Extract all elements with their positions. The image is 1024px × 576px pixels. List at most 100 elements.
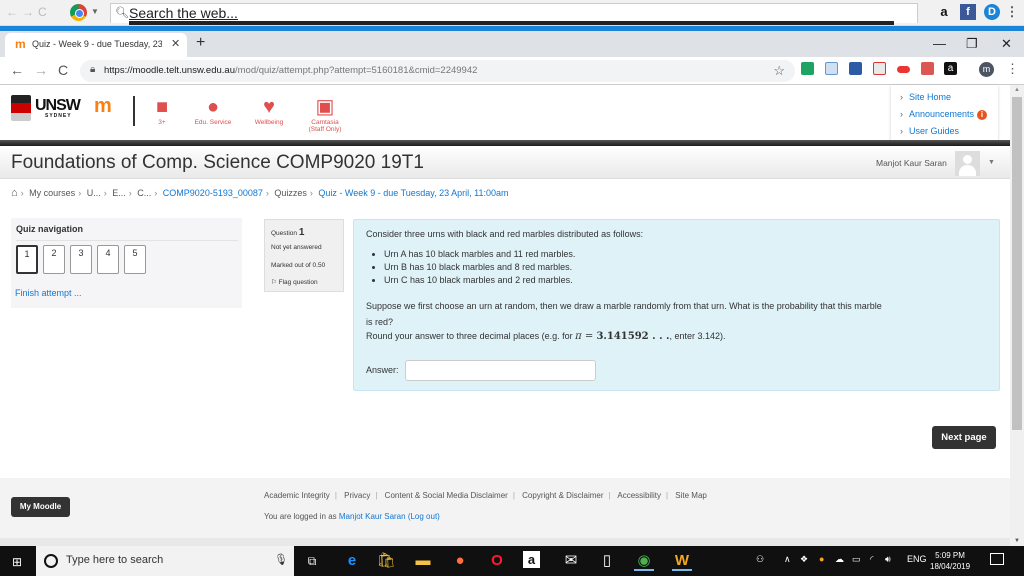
page-scrollbar[interactable]: ▲ ▼ bbox=[1010, 85, 1024, 546]
profile-link[interactable]: Manjot Kaur Saran bbox=[339, 512, 406, 521]
breadcrumb-item[interactable]: COMP9020-5193_00087 bbox=[163, 188, 263, 198]
scroll-down-icon[interactable]: ▼ bbox=[1014, 538, 1020, 544]
onedrive-icon[interactable]: ☁ bbox=[835, 554, 844, 565]
footer-link[interactable]: Site Map bbox=[675, 491, 707, 500]
login-info-text: You are logged in as bbox=[264, 512, 339, 521]
more-vert-icon[interactable]: ⋮ bbox=[1004, 4, 1020, 20]
header-link-3plus[interactable]: ■ 3+ bbox=[137, 95, 187, 126]
tray-warning-icon[interactable]: ● bbox=[819, 554, 824, 564]
amazon-icon[interactable]: a bbox=[936, 4, 952, 20]
back-icon[interactable]: ← bbox=[10, 62, 24, 78]
scrollbar-thumb[interactable] bbox=[1012, 97, 1022, 430]
dropbox-icon[interactable]: ❖ bbox=[800, 554, 808, 565]
forward-icon[interactable]: → bbox=[34, 62, 48, 78]
restore-icon[interactable]: ❐ bbox=[966, 36, 978, 52]
next-page-button[interactable]: Next page bbox=[932, 426, 996, 449]
menu-item-user-guides[interactable]: › User Guides bbox=[900, 126, 959, 136]
battery-icon[interactable]: ▭ bbox=[852, 554, 861, 565]
header-link-camtasia[interactable]: ▣ Camtasia (Staff Only) bbox=[300, 95, 350, 133]
close-window-icon[interactable]: ✕ bbox=[1001, 36, 1012, 52]
menu-item-site-home[interactable]: › Site Home bbox=[900, 92, 951, 102]
flag-question-button[interactable]: ⚐ Flag question bbox=[271, 278, 318, 286]
cloud-extension-icon[interactable] bbox=[897, 66, 910, 73]
header-link-label: Camtasia (Staff Only) bbox=[308, 119, 342, 133]
answer-input[interactable] bbox=[405, 360, 596, 381]
quiz-navigation-title: Quiz navigation bbox=[16, 224, 84, 234]
chrome-taskbar-icon[interactable]: ◉ bbox=[634, 551, 654, 571]
header-link-wellbeing[interactable]: ♥ Wellbeing bbox=[244, 95, 294, 126]
people-icon[interactable]: ⚇ bbox=[756, 554, 764, 565]
winzip-icon[interactable]: W bbox=[672, 551, 692, 571]
user-menu-name[interactable]: Manjot Kaur Saran bbox=[876, 158, 947, 168]
quiz-nav-question-button[interactable]: 5 bbox=[124, 245, 146, 274]
breadcrumb-item[interactable]: U... bbox=[87, 188, 101, 198]
home-icon[interactable]: ⌂ bbox=[11, 187, 18, 199]
quiz-nav-question-button[interactable]: 1 bbox=[16, 245, 38, 274]
task-view-icon[interactable]: ⧉ bbox=[302, 551, 322, 571]
extension-blue-icon[interactable] bbox=[825, 62, 838, 75]
extension-green-icon[interactable] bbox=[801, 62, 814, 75]
show-hidden-icons[interactable]: ∧ bbox=[784, 554, 791, 565]
footer-link[interactable]: Privacy bbox=[344, 491, 370, 500]
breadcrumb-item[interactable]: Quiz - Week 9 - due Tuesday, 23 April, 1… bbox=[318, 188, 508, 198]
quiz-nav-question-button[interactable]: 2 bbox=[43, 245, 65, 274]
breadcrumb-item[interactable]: My courses bbox=[29, 188, 75, 198]
new-tab-icon[interactable]: + bbox=[196, 34, 205, 52]
footer-link[interactable]: Content & Social Media Disclaimer bbox=[385, 491, 508, 500]
scroll-up-icon[interactable]: ▲ bbox=[1014, 87, 1020, 93]
store-icon[interactable]: 🛍︎ bbox=[376, 551, 396, 571]
document-icon[interactable]: ▯ bbox=[597, 551, 617, 571]
amazon-app-icon[interactable]: a bbox=[523, 551, 540, 568]
caret-down-icon[interactable]: ▼ bbox=[988, 159, 995, 166]
user-avatar[interactable] bbox=[955, 151, 980, 176]
volume-icon[interactable]: 🔊︎ bbox=[885, 554, 891, 565]
bookmark-star-icon[interactable]: ☆ bbox=[773, 63, 785, 79]
equals-sign: = bbox=[581, 331, 597, 342]
facebook-icon[interactable]: f bbox=[960, 4, 976, 20]
reload-icon[interactable]: C bbox=[58, 62, 68, 78]
browser-tab[interactable]: m Quiz - Week 9 - due Tuesday, 23 ✕ bbox=[5, 33, 187, 57]
toolbar-nav-icons[interactable]: ←→C bbox=[6, 5, 51, 19]
minimize-icon[interactable]: — bbox=[933, 36, 946, 51]
footer-link[interactable]: Copyright & Disclaimer bbox=[522, 491, 603, 500]
footer-link[interactable]: Accessibility bbox=[617, 491, 661, 500]
logout-link[interactable]: (Log out) bbox=[408, 512, 440, 521]
quiz-nav-question-button[interactable]: 3 bbox=[70, 245, 92, 274]
moodle-logo-icon[interactable]: m bbox=[94, 95, 112, 118]
windows-start-icon[interactable]: ⊞ bbox=[12, 555, 22, 569]
question-marks: Marked out of 0.50 bbox=[271, 262, 326, 269]
menu-item-announcements[interactable]: › Announcements i bbox=[900, 109, 988, 120]
microphone-icon[interactable]: 🎙︎ bbox=[274, 553, 288, 566]
url-input[interactable]: 🔒︎ https://moodle.telt.unsw.edu.au/mod/q… bbox=[80, 60, 795, 82]
firefox-icon[interactable]: ● bbox=[450, 551, 470, 571]
profile-avatar[interactable]: m bbox=[979, 62, 994, 77]
chevron-down-icon[interactable]: ▼ bbox=[91, 7, 99, 16]
web-search-input[interactable]: 🔍︎ Search the web... bbox=[110, 3, 918, 25]
breadcrumb-item[interactable]: Quizzes bbox=[274, 188, 307, 198]
clock[interactable]: 5:09 PM 18/04/2019 bbox=[930, 550, 970, 572]
chrome-menu-icon[interactable]: ⋮ bbox=[1006, 61, 1019, 77]
opera-icon[interactable]: O bbox=[487, 551, 507, 571]
file-explorer-icon[interactable]: ▬ bbox=[413, 551, 433, 571]
dashlane-icon[interactable]: D bbox=[984, 4, 1000, 20]
wifi-icon[interactable]: ◜ bbox=[870, 554, 874, 565]
download-extension-icon[interactable] bbox=[849, 62, 862, 75]
footer-link[interactable]: Academic Integrity bbox=[264, 491, 330, 500]
mail-icon[interactable]: ✉ bbox=[561, 551, 581, 571]
amazon-extension-icon[interactable]: a bbox=[944, 62, 957, 75]
edge-icon[interactable]: e bbox=[342, 551, 362, 571]
chrome-icon[interactable] bbox=[70, 4, 87, 21]
unsw-crest-icon[interactable] bbox=[11, 95, 31, 121]
extension-red-icon[interactable] bbox=[873, 62, 886, 75]
language-indicator[interactable]: ENG bbox=[907, 554, 927, 564]
action-center-icon[interactable] bbox=[990, 553, 1004, 565]
breadcrumb-item[interactable]: C... bbox=[137, 188, 151, 198]
close-tab-icon[interactable]: ✕ bbox=[171, 37, 180, 50]
quiz-nav-question-button[interactable]: 4 bbox=[97, 245, 119, 274]
my-moodle-button[interactable]: My Moodle bbox=[11, 497, 70, 517]
breadcrumb-item[interactable]: E... bbox=[112, 188, 126, 198]
header-link-edu-service[interactable]: ● Edu. Service bbox=[188, 95, 238, 126]
extension-pdf-icon[interactable] bbox=[921, 62, 934, 75]
taskbar-search-input[interactable]: Type here to search 🎙︎ bbox=[36, 546, 294, 576]
finish-attempt-link[interactable]: Finish attempt ... bbox=[15, 288, 82, 298]
